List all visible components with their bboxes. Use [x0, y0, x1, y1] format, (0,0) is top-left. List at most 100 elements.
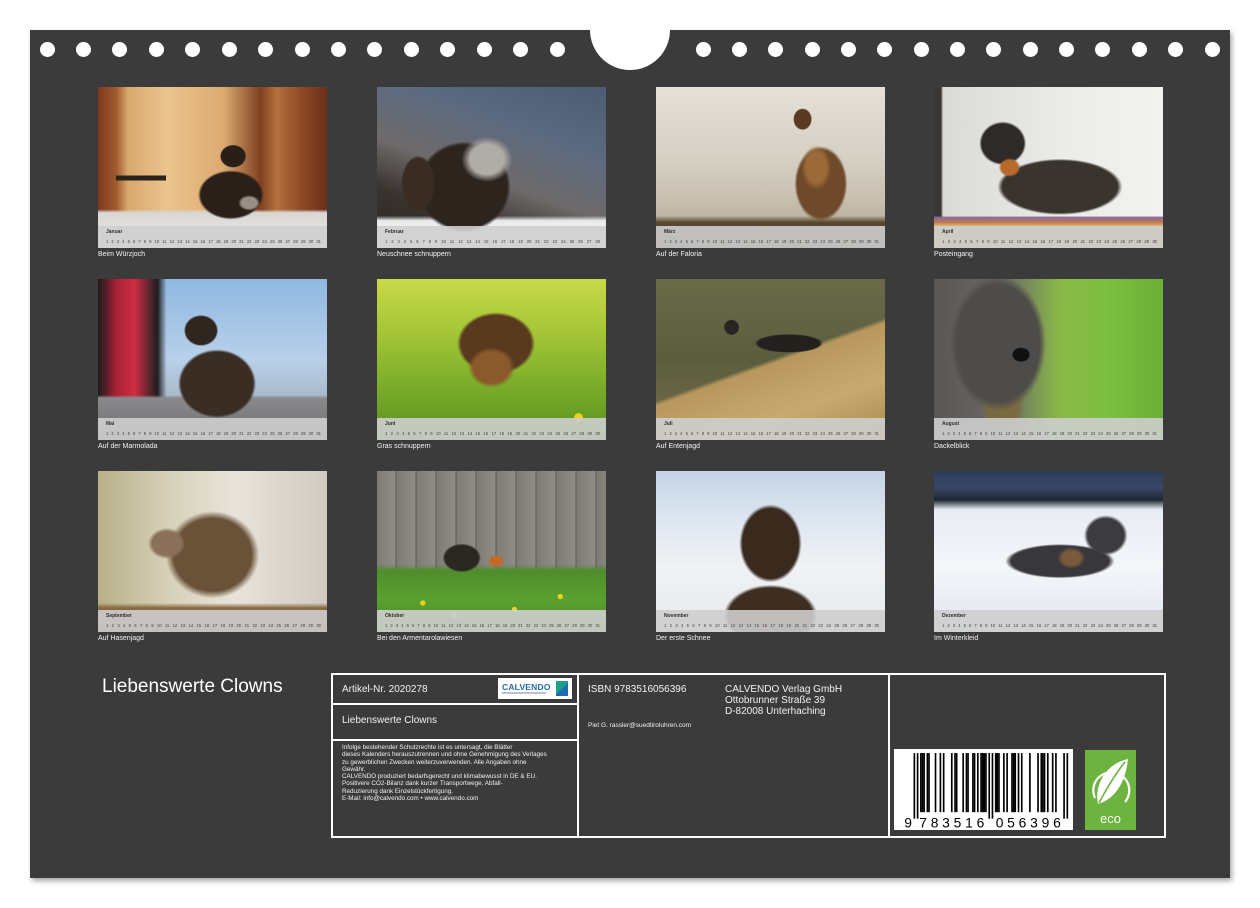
binding-hole	[112, 41, 128, 57]
month-tile: Mai 1 2 3 4 5 6 7 8 9 10 11 12 13 14 15 1…	[98, 279, 327, 450]
binding-hole	[185, 41, 201, 57]
month-label: Oktober	[385, 613, 405, 619]
month-strip: Juli 1 2 3 4 5 6 7 8 9 10 11 12 13 14 15 …	[656, 418, 885, 440]
month-days: 1 2 3 4 5 6 7 8 9 10 11 12 13 14 15 16 1…	[385, 431, 600, 436]
month-strip: Oktober 1 2 3 4 5 6 7 8 9 10 11 12 13 14 …	[377, 610, 606, 632]
month-label: Dezember	[942, 613, 966, 619]
barcode-bar	[973, 753, 976, 813]
month-strip: August 1 2 3 4 5 6 7 8 9 10 11 12 13 14 1…	[934, 418, 1163, 440]
binding-hole	[513, 41, 529, 57]
month-photo	[934, 471, 1163, 632]
month-photo	[98, 87, 327, 248]
month-days: 1 2 3 4 5 6 7 8 9 10 11 12 13 14 15 16 1…	[385, 239, 600, 244]
month-label: August	[942, 421, 960, 427]
calvendo-book-icon	[556, 681, 568, 696]
month-label: Februar	[385, 229, 404, 235]
photo-caption: Auf Entenjagd	[656, 443, 700, 450]
barcode-bar	[1043, 753, 1046, 813]
photo-caption: Der erste Schnee	[656, 635, 711, 642]
month-days: 1 2 3 4 5 6 7 8 9 10 11 12 13 14 15 16 1…	[106, 239, 321, 244]
barcode-bar	[950, 753, 953, 813]
month-tile: Februar 1 2 3 4 5 6 7 8 9 10 11 12 13 14 …	[377, 87, 606, 258]
barcode-bar	[1011, 753, 1013, 813]
barcode-bar	[1051, 753, 1054, 813]
barcode-bar	[939, 753, 942, 813]
eco-logo: eco	[1085, 750, 1136, 830]
binding-hole	[1059, 41, 1075, 57]
month-strip: Januar 1 2 3 4 5 6 7 8 9 10 11 12 13 14 1…	[98, 226, 327, 248]
barcode-bar	[1014, 753, 1017, 813]
publisher-line: CALVENDO Verlag GmbH	[725, 684, 843, 695]
barcode-bar	[913, 753, 916, 819]
logo-underline	[502, 692, 546, 694]
barcode-bar	[1063, 753, 1065, 819]
month-photo	[934, 87, 1163, 248]
month-photo	[656, 279, 885, 440]
barcode-bar	[920, 753, 922, 813]
logo-wordmark: CALVENDO	[502, 682, 551, 692]
barcode-bar	[962, 753, 965, 813]
month-days: 1 2 3 4 5 6 7 8 9 10 11 12 13 14 15 16 1…	[942, 623, 1157, 628]
photo-caption: Auf Hasenjagd	[98, 635, 144, 642]
binding-hole	[403, 41, 419, 57]
month-strip: Dezember 1 2 3 4 5 6 7 8 9 10 11 12 13 14…	[934, 610, 1163, 632]
legal-line: E-Mail: info@calvendo.com • www.calvendo…	[342, 795, 479, 803]
legal-notice: Infolge bestehender Schutzrechte ist es …	[342, 744, 576, 802]
calvendo-logo: CALVENDO	[498, 678, 572, 699]
month-tile: November 1 2 3 4 5 6 7 8 9 10 11 12 13 14…	[656, 471, 885, 642]
binding-hole	[1204, 41, 1220, 57]
binding-hole	[330, 41, 346, 57]
barcode-bar	[1029, 753, 1031, 813]
month-label: September	[106, 613, 132, 619]
binding-hole	[950, 41, 966, 57]
month-label: April	[942, 229, 954, 235]
photo-caption: Posteingang	[934, 251, 973, 258]
barcode-bar	[926, 753, 929, 813]
barcode-bar	[942, 753, 945, 813]
info-box: Artikel-Nr. 2020278 CALVENDO Liebenswert…	[331, 673, 1166, 838]
month-photo	[377, 471, 606, 632]
month-label: Juli	[664, 421, 673, 427]
month-label: November	[664, 613, 689, 619]
month-label: März	[664, 229, 676, 235]
binding-hole	[440, 41, 456, 57]
barcode-bar	[983, 753, 986, 813]
month-photo	[377, 279, 606, 440]
legal-line: Reduzierung dank Einzelstückfertigung.	[342, 787, 453, 795]
barcode-bar	[967, 753, 969, 813]
legal-line: Positivere CO2-Bilanz dank kurzer Transp…	[342, 780, 503, 788]
barcode-bar	[1020, 753, 1023, 813]
binding-hole	[221, 41, 237, 57]
barcode-bar	[1042, 753, 1044, 813]
month-tile: März 1 2 3 4 5 6 7 8 9 10 11 12 13 14 15 …	[656, 87, 885, 258]
month-tile: Dezember 1 2 3 4 5 6 7 8 9 10 11 12 13 14…	[934, 471, 1163, 642]
barcode: 9 783516 056396	[894, 749, 1073, 831]
barcode-bar	[998, 753, 1000, 813]
legal-line: Gewähr.	[342, 765, 366, 773]
month-tile: August 1 2 3 4 5 6 7 8 9 10 11 12 13 14 1…	[934, 279, 1163, 450]
binding-hole	[1131, 41, 1147, 57]
article-number: Artikel-Nr. 2020278	[342, 684, 428, 695]
barcode-bar	[994, 753, 997, 813]
barcode-bar	[1040, 753, 1043, 813]
barcode-bar	[1066, 753, 1069, 819]
barcode-bar	[954, 753, 956, 813]
month-days: 1 2 3 4 5 6 7 8 9 10 11 12 13 14 15 16 1…	[664, 239, 879, 244]
barcode-bar	[996, 753, 999, 813]
isbn: ISBN 9783516056396	[588, 684, 687, 695]
photo-caption: Bei den Armentarolawiesen	[377, 635, 463, 642]
month-days: 1 2 3 4 5 6 7 8 9 10 11 12 13 14 15 16 1…	[942, 431, 1157, 436]
month-days: 1 2 3 4 5 6 7 8 9 10 11 12 13 14 15 16 1…	[106, 623, 321, 628]
divider	[577, 675, 579, 836]
calendar-title: Liebenswerte Clowns	[102, 676, 283, 697]
photo-caption: Dackelblick	[934, 443, 970, 450]
legal-line: CALVENDO produziert bedarfsgerecht und k…	[342, 773, 537, 781]
barcode-bar	[1006, 753, 1008, 813]
barcode-bar	[1046, 753, 1049, 813]
barcode-bar	[1012, 753, 1015, 813]
barcode-bar	[1055, 753, 1057, 813]
publisher-address: CALVENDO Verlag GmbH Ottobrunner Straße …	[725, 684, 842, 717]
barcode-bar	[976, 753, 979, 813]
publisher-line: D-82008 Unterhaching	[725, 706, 826, 717]
month-strip: Februar 1 2 3 4 5 6 7 8 9 10 11 12 13 14 …	[377, 226, 606, 248]
